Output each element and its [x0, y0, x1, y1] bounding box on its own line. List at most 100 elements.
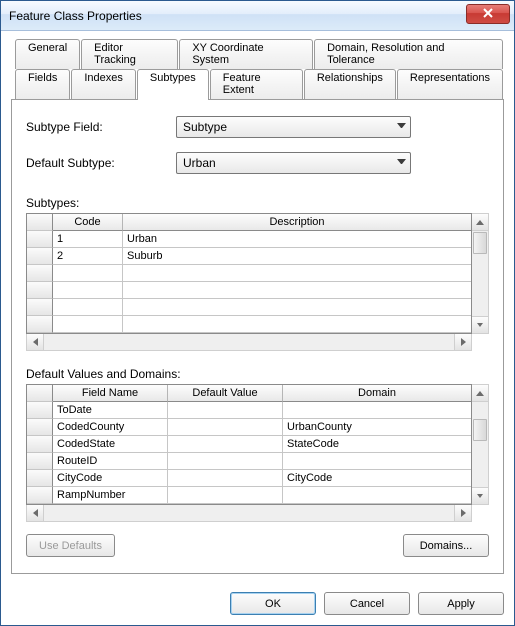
subtypes-grid[interactable]: Code Description 1 Urban 2 Suburb — [26, 213, 472, 334]
scroll-down-arrow[interactable] — [472, 316, 488, 333]
table-row[interactable] — [27, 282, 471, 299]
cell-default-value[interactable] — [168, 419, 283, 436]
tab-xy-coordinate-system[interactable]: XY Coordinate System — [179, 39, 313, 69]
ok-button[interactable]: OK — [230, 592, 316, 615]
row-handle[interactable] — [27, 316, 53, 333]
row-handle[interactable] — [27, 470, 53, 487]
cell-description[interactable] — [123, 299, 471, 316]
col-header-code[interactable]: Code — [53, 214, 123, 231]
scroll-left-arrow[interactable] — [27, 334, 44, 350]
row-handle[interactable] — [27, 487, 53, 504]
row-handle[interactable] — [27, 419, 53, 436]
table-row[interactable] — [27, 265, 471, 282]
row-handle[interactable] — [27, 231, 53, 248]
cell-field-name[interactable]: ToDate — [53, 402, 168, 419]
scroll-left-arrow[interactable] — [27, 505, 44, 521]
dvd-vertical-scrollbar[interactable] — [472, 384, 489, 505]
cell-domain[interactable]: CityCode — [283, 470, 471, 487]
tab-editor-tracking[interactable]: Editor Tracking — [81, 39, 178, 69]
subtypes-horizontal-scrollbar[interactable] — [26, 334, 472, 351]
domains-button[interactable]: Domains... — [403, 534, 489, 557]
row-handle[interactable] — [27, 436, 53, 453]
row-handle[interactable] — [27, 453, 53, 470]
scroll-up-arrow[interactable] — [472, 214, 488, 231]
cell-description[interactable] — [123, 265, 471, 282]
apply-button[interactable]: Apply — [418, 592, 504, 615]
row-handle[interactable] — [27, 265, 53, 282]
table-row[interactable]: 1 Urban — [27, 231, 471, 248]
close-button[interactable] — [466, 4, 510, 24]
tab-representations[interactable]: Representations — [397, 69, 503, 99]
cell-code[interactable]: 1 — [53, 231, 123, 248]
dialog-window: Feature Class Properties General Editor … — [0, 0, 515, 626]
tab-domain-resolution-tolerance[interactable]: Domain, Resolution and Tolerance — [314, 39, 503, 69]
arrow-up-icon — [476, 220, 484, 225]
cell-code[interactable] — [53, 299, 123, 316]
scroll-track[interactable] — [44, 505, 454, 521]
table-row[interactable] — [27, 316, 471, 333]
cell-domain[interactable] — [283, 487, 471, 504]
row-handle[interactable] — [27, 402, 53, 419]
cell-description[interactable] — [123, 316, 471, 333]
cell-domain[interactable]: StateCode — [283, 436, 471, 453]
cancel-button[interactable]: Cancel — [324, 592, 410, 615]
tab-subtypes[interactable]: Subtypes — [137, 69, 209, 100]
cell-code[interactable] — [53, 316, 123, 333]
scroll-right-arrow[interactable] — [454, 334, 471, 350]
cell-description[interactable] — [123, 282, 471, 299]
subtype-field-value: Subtype — [183, 120, 397, 134]
col-header-description[interactable]: Description — [123, 214, 471, 231]
row-handle[interactable] — [27, 248, 53, 265]
cell-default-value[interactable] — [168, 453, 283, 470]
table-row[interactable]: RouteID — [27, 453, 471, 470]
cell-description[interactable]: Suburb — [123, 248, 471, 265]
cell-code[interactable]: 2 — [53, 248, 123, 265]
tab-indexes[interactable]: Indexes — [71, 69, 136, 99]
cell-field-name[interactable]: CodedState — [53, 436, 168, 453]
table-row[interactable]: CityCode CityCode — [27, 470, 471, 487]
table-row[interactable]: ToDate — [27, 402, 471, 419]
cell-field-name[interactable]: CodedCounty — [53, 419, 168, 436]
cell-code[interactable] — [53, 282, 123, 299]
tab-fields[interactable]: Fields — [15, 69, 70, 99]
cell-default-value[interactable] — [168, 470, 283, 487]
cell-field-name[interactable]: CityCode — [53, 470, 168, 487]
default-subtype-dropdown[interactable]: Urban — [176, 152, 411, 174]
row-handle[interactable] — [27, 282, 53, 299]
table-row[interactable] — [27, 299, 471, 316]
dvd-horizontal-scrollbar[interactable] — [26, 505, 472, 522]
col-header-default-value[interactable]: Default Value — [168, 385, 283, 402]
subtype-field-dropdown[interactable]: Subtype — [176, 116, 411, 138]
tab-general[interactable]: General — [15, 39, 80, 69]
panel-button-bar: Use Defaults Domains... — [26, 534, 489, 557]
table-row[interactable]: CodedCounty UrbanCounty — [27, 419, 471, 436]
col-header-field-name[interactable]: Field Name — [53, 385, 168, 402]
row-handle[interactable] — [27, 299, 53, 316]
cell-domain[interactable]: UrbanCounty — [283, 419, 471, 436]
cell-default-value[interactable] — [168, 487, 283, 504]
scroll-thumb[interactable] — [473, 419, 487, 441]
scroll-down-arrow[interactable] — [472, 487, 488, 504]
scroll-up-arrow[interactable] — [472, 385, 488, 402]
use-defaults-button[interactable]: Use Defaults — [26, 534, 115, 557]
scroll-right-arrow[interactable] — [454, 505, 471, 521]
tab-relationships[interactable]: Relationships — [304, 69, 396, 99]
subtypes-vertical-scrollbar[interactable] — [472, 213, 489, 334]
cell-description[interactable]: Urban — [123, 231, 471, 248]
dvd-grid[interactable]: Field Name Default Value Domain ToDate — [26, 384, 472, 505]
col-header-domain[interactable]: Domain — [283, 385, 471, 402]
table-row[interactable]: 2 Suburb — [27, 248, 471, 265]
cell-default-value[interactable] — [168, 402, 283, 419]
table-row[interactable]: CodedState StateCode — [27, 436, 471, 453]
cell-domain[interactable] — [283, 402, 471, 419]
cell-field-name[interactable]: RampNumber — [53, 487, 168, 504]
scroll-track[interactable] — [44, 334, 454, 350]
cell-domain[interactable] — [283, 453, 471, 470]
title-bar[interactable]: Feature Class Properties — [1, 1, 514, 31]
cell-field-name[interactable]: RouteID — [53, 453, 168, 470]
cell-default-value[interactable] — [168, 436, 283, 453]
cell-code[interactable] — [53, 265, 123, 282]
scroll-thumb[interactable] — [473, 232, 487, 254]
tab-feature-extent[interactable]: Feature Extent — [210, 69, 303, 99]
table-row[interactable]: RampNumber — [27, 487, 471, 504]
